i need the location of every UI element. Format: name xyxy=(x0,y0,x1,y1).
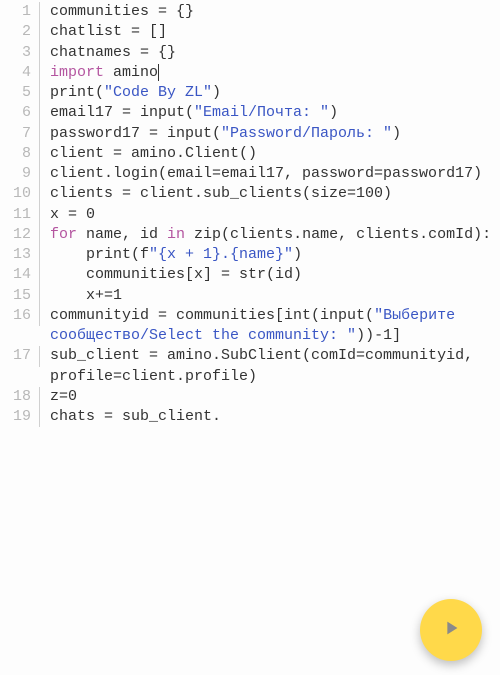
code-token: client = amino.Client() xyxy=(50,145,257,162)
code-line[interactable]: 8 client = amino.Client() xyxy=(0,144,500,164)
code-line[interactable]: 9 client.login(email=email17, password=pa… xyxy=(0,164,500,184)
line-number: 12 xyxy=(0,225,40,245)
line-number: 13 xyxy=(0,245,40,265)
code-line[interactable]: 4import amino xyxy=(0,63,500,83)
string-token: "{x + 1}.{name}" xyxy=(149,246,293,263)
run-button[interactable] xyxy=(420,599,482,661)
code-token: clients = client.sub_clients(size=100) xyxy=(50,185,392,202)
code-token: chats = sub_client. xyxy=(50,408,221,425)
code-token: ) xyxy=(212,84,221,101)
code-line[interactable]: 18 z=0 xyxy=(0,387,500,407)
code-token: amino xyxy=(104,64,158,81)
line-number: 11 xyxy=(0,205,40,225)
line-number: 3 xyxy=(0,43,40,63)
code-token: password17 = input( xyxy=(50,125,221,142)
code-content[interactable]: for name, id in zip(clients.name, client… xyxy=(40,225,500,245)
code-content[interactable]: chats = sub_client. xyxy=(40,407,500,427)
code-line[interactable]: 15 x+=1 xyxy=(0,286,500,306)
code-token: x = 0 xyxy=(50,206,95,223)
code-line[interactable]: 5print("Code By ZL") xyxy=(0,83,500,103)
code-content[interactable]: z=0 xyxy=(40,387,500,407)
code-line[interactable]: 17 sub_client = amino.SubClient(comId=com… xyxy=(0,346,500,387)
code-content[interactable]: communityid = communities[int(input("Выб… xyxy=(40,306,500,347)
code-line[interactable]: 16communityid = communities[int(input("В… xyxy=(0,306,500,347)
code-line[interactable]: 11 x = 0 xyxy=(0,205,500,225)
line-number: 10 xyxy=(0,184,40,204)
code-content[interactable]: communities = {} xyxy=(40,2,500,22)
code-token: chatlist = [] xyxy=(50,23,167,40)
line-number: 17 xyxy=(0,346,40,366)
code-token: ) xyxy=(392,125,401,142)
code-content[interactable]: communities[x] = str(id) xyxy=(40,265,500,285)
code-line[interactable]: 19 chats = sub_client. xyxy=(0,407,500,427)
code-line[interactable]: 14 communities[x] = str(id) xyxy=(0,265,500,285)
line-number: 2 xyxy=(0,22,40,42)
code-line[interactable]: 7password17 = input("Password/Пароль: ") xyxy=(0,124,500,144)
code-token: communities[x] = str(id) xyxy=(50,266,302,283)
code-content[interactable]: print("Code By ZL") xyxy=(40,83,500,103)
code-token: ) xyxy=(329,104,338,121)
string-token: "Code By ZL" xyxy=(104,84,212,101)
code-token: print( xyxy=(50,84,104,101)
code-content[interactable]: x = 0 xyxy=(40,205,500,225)
code-content[interactable]: print(f"{x + 1}.{name}") xyxy=(40,245,500,265)
code-line[interactable]: 12for name, id in zip(clients.name, clie… xyxy=(0,225,500,245)
keyword-token: import xyxy=(50,64,104,81)
line-number: 18 xyxy=(0,387,40,407)
line-number: 9 xyxy=(0,164,40,184)
code-content[interactable]: client.login(email=email17, password=pas… xyxy=(40,164,500,184)
line-number: 1 xyxy=(0,2,40,22)
code-token: communities = {} xyxy=(50,3,194,20)
code-line[interactable]: 13 print(f"{x + 1}.{name}") xyxy=(0,245,500,265)
code-content[interactable]: import amino xyxy=(40,63,500,83)
code-token: email17 = input( xyxy=(50,104,194,121)
code-token: z=0 xyxy=(50,388,77,405)
line-number: 16 xyxy=(0,306,40,326)
code-editor[interactable]: 1 communities = {} 2 chatlist = [] 3 chatname… xyxy=(0,0,500,675)
code-content[interactable]: email17 = input("Email/Почта: ") xyxy=(40,103,500,123)
code-token: client.login(email=email17, password=pas… xyxy=(50,165,482,182)
code-token: zip(clients.name, clients.comId): xyxy=(185,226,491,243)
code-content[interactable]: x+=1 xyxy=(40,286,500,306)
string-token: "Password/Пароль: " xyxy=(221,125,392,142)
code-token: print(f xyxy=(50,246,149,263)
line-number: 5 xyxy=(0,83,40,103)
code-content[interactable]: clients = client.sub_clients(size=100) xyxy=(40,184,500,204)
line-number: 7 xyxy=(0,124,40,144)
code-line[interactable]: 6email17 = input("Email/Почта: ") xyxy=(0,103,500,123)
code-token: chatnames = {} xyxy=(50,44,176,61)
code-token: communityid = communities[int(input( xyxy=(50,307,374,324)
text-cursor xyxy=(158,64,159,81)
code-token: ) xyxy=(293,246,302,263)
line-number: 19 xyxy=(0,407,40,427)
play-icon xyxy=(440,617,462,644)
code-content[interactable]: client = amino.Client() xyxy=(40,144,500,164)
code-line[interactable]: 2 chatlist = [] xyxy=(0,22,500,42)
code-content[interactable]: sub_client = amino.SubClient(comId=commu… xyxy=(40,346,500,387)
code-token: sub_client = amino.SubClient(comId=commu… xyxy=(50,347,482,384)
code-token: name, id xyxy=(77,226,167,243)
code-content[interactable]: chatnames = {} xyxy=(40,43,500,63)
code-token: x+=1 xyxy=(50,287,122,304)
keyword-token: in xyxy=(167,226,185,243)
line-number: 8 xyxy=(0,144,40,164)
code-token: ))-1] xyxy=(356,327,401,344)
code-content[interactable]: chatlist = [] xyxy=(40,22,500,42)
code-content[interactable]: password17 = input("Password/Пароль: ") xyxy=(40,124,500,144)
code-line[interactable]: 10 clients = client.sub_clients(size=100) xyxy=(0,184,500,204)
string-token: "Email/Почта: " xyxy=(194,104,329,121)
line-number: 4 xyxy=(0,63,40,83)
keyword-token: for xyxy=(50,226,77,243)
line-number: 15 xyxy=(0,286,40,306)
code-line[interactable]: 1 communities = {} xyxy=(0,2,500,22)
line-number: 6 xyxy=(0,103,40,123)
line-number: 14 xyxy=(0,265,40,285)
code-line[interactable]: 3 chatnames = {} xyxy=(0,43,500,63)
